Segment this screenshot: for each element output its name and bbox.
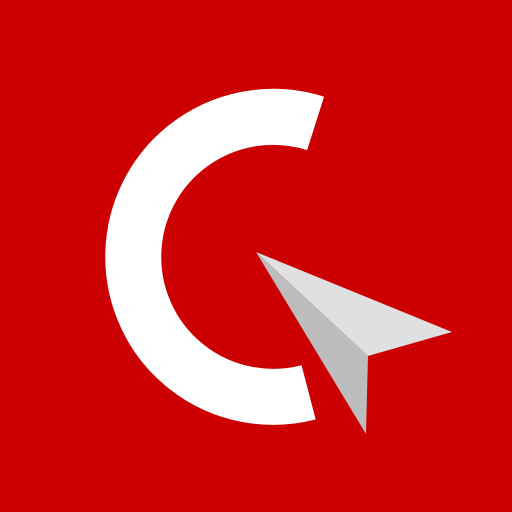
app-icon <box>0 0 512 512</box>
app-logo-graphic <box>0 0 512 512</box>
icon-background <box>0 0 512 512</box>
